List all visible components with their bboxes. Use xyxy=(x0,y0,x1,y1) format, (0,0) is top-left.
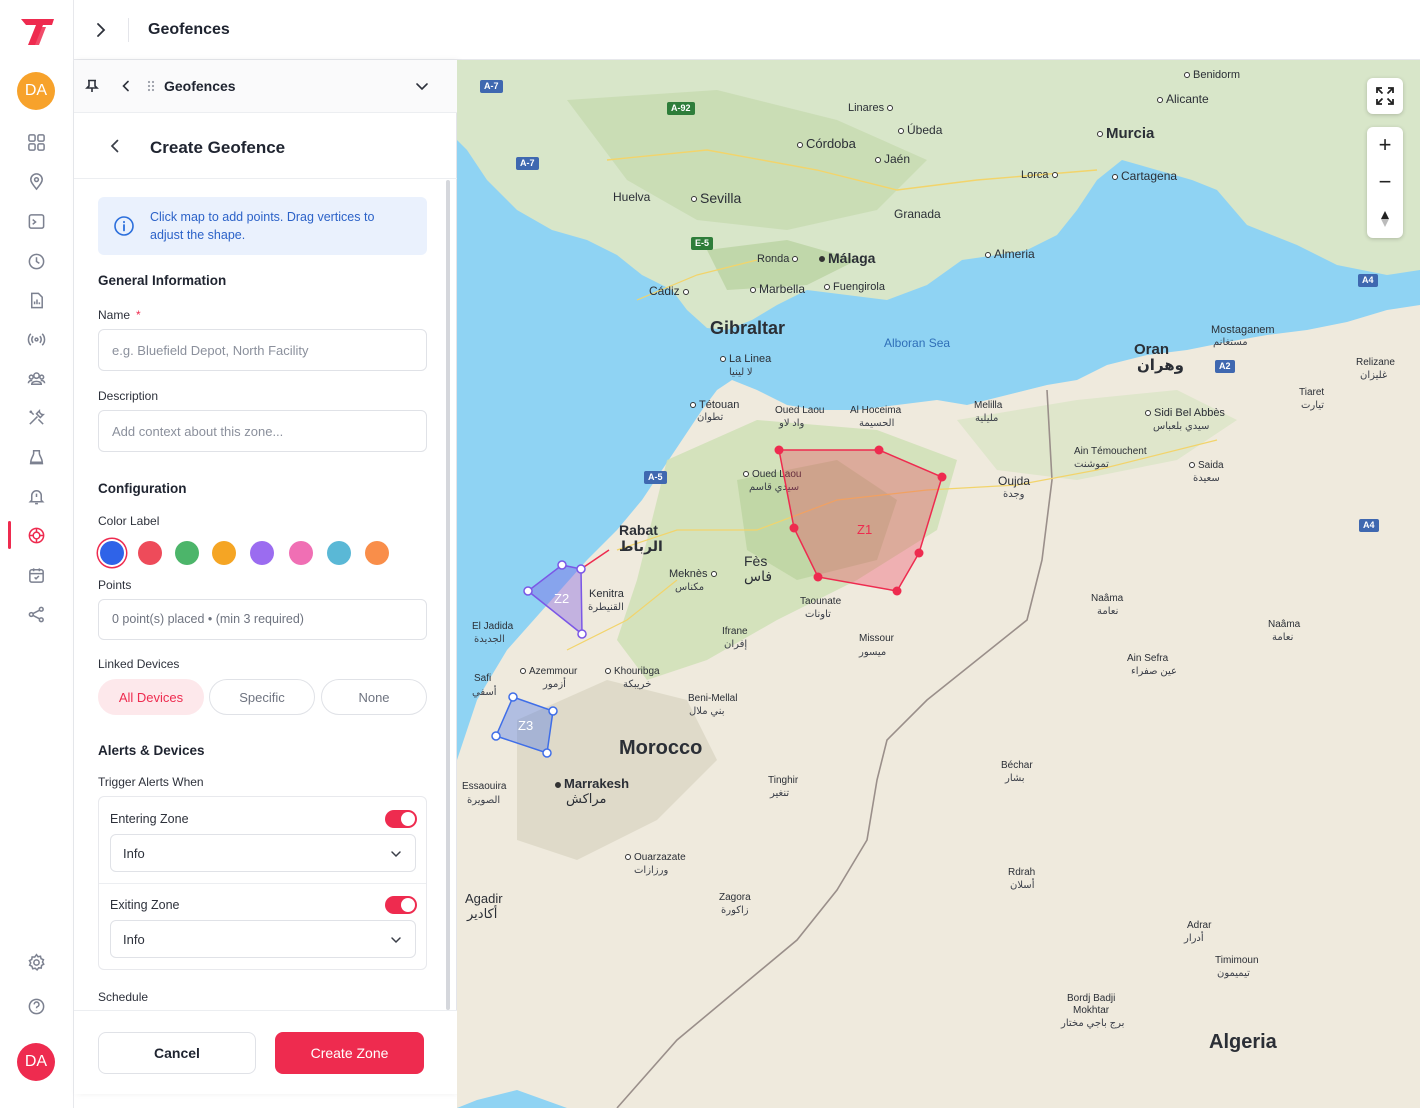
color-swatch-green[interactable] xyxy=(175,541,199,565)
panel-header: Geofences xyxy=(74,60,457,113)
schedule-label: Schedule xyxy=(98,990,149,1004)
entering-zone-select[interactable]: Info xyxy=(110,834,416,872)
linked-specific-button[interactable]: Specific xyxy=(209,679,315,715)
alert-bell-icon[interactable] xyxy=(25,485,47,507)
info-icon xyxy=(114,216,134,236)
create-geofence-header: Create Geofence xyxy=(74,113,457,179)
calendar-icon[interactable] xyxy=(25,564,47,586)
zoom-in-button[interactable]: + xyxy=(1367,127,1403,163)
org-avatar[interactable]: DA xyxy=(17,72,55,110)
name-input[interactable] xyxy=(98,329,427,371)
brand-logo-icon[interactable] xyxy=(18,17,56,47)
name-label: Name * xyxy=(98,308,141,322)
screen-icon[interactable] xyxy=(25,210,47,232)
clock-icon[interactable] xyxy=(25,250,47,272)
chevron-down-icon xyxy=(391,937,401,944)
zone-z3-label: Z3 xyxy=(518,718,534,733)
exiting-zone-label: Exiting Zone xyxy=(110,898,180,912)
geofence-overlay xyxy=(491,445,947,758)
create-geofence-title: Create Geofence xyxy=(150,138,286,157)
exiting-zone-select[interactable]: Info xyxy=(110,920,416,958)
color-swatch-red[interactable] xyxy=(138,541,162,565)
exiting-zone-value: Info xyxy=(123,932,145,947)
location-pin-icon[interactable] xyxy=(25,170,47,192)
dashboard-icon[interactable] xyxy=(25,131,47,153)
panel-scrollbar[interactable] xyxy=(446,180,450,1010)
color-swatch-coral[interactable] xyxy=(365,541,389,565)
back-arrow-icon[interactable] xyxy=(105,136,125,156)
description-input[interactable] xyxy=(98,410,427,452)
zone-z1-label: Z1 xyxy=(857,522,873,537)
points-label: Points xyxy=(98,578,132,592)
users-icon[interactable] xyxy=(25,367,47,389)
name-label-text: Name xyxy=(98,308,131,322)
cancel-button[interactable]: Cancel xyxy=(98,1032,256,1074)
help-icon[interactable] xyxy=(25,995,47,1017)
card-divider xyxy=(99,883,426,884)
fullscreen-button[interactable] xyxy=(1367,78,1403,114)
settings-icon[interactable] xyxy=(25,951,47,973)
left-rail: DA DA xyxy=(0,0,74,1108)
alert-trigger-card: Entering Zone Info Exiting Zone Info xyxy=(98,796,427,970)
chevron-down-icon[interactable] xyxy=(412,76,432,96)
panel-title: Geofences xyxy=(164,78,236,94)
linked-none-button[interactable]: None xyxy=(321,679,427,715)
general-info-title: General Information xyxy=(98,273,227,288)
geofence-icon[interactable] xyxy=(25,524,47,546)
create-zone-button[interactable]: Create Zone xyxy=(275,1032,424,1074)
info-text: Click map to add points. Drag vertices t… xyxy=(150,210,375,242)
alarm-icon[interactable] xyxy=(25,445,47,467)
chevron-down-icon xyxy=(391,851,401,858)
color-swatch-purple[interactable] xyxy=(250,541,274,565)
entering-zone-label: Entering Zone xyxy=(110,812,189,826)
color-swatch-cyan[interactable] xyxy=(327,541,351,565)
signal-icon[interactable] xyxy=(25,328,47,350)
color-label: Color Label xyxy=(98,514,160,528)
chevron-left-icon[interactable] xyxy=(116,76,136,96)
trigger-alerts-label: Trigger Alerts When xyxy=(98,775,204,789)
user-avatar[interactable]: DA xyxy=(17,1043,55,1081)
entering-zone-toggle[interactable] xyxy=(385,810,417,828)
top-bar: Geofences xyxy=(74,0,1420,60)
points-status: 0 point(s) placed • (min 3 required) xyxy=(98,599,427,640)
expand-chevron-icon[interactable] xyxy=(90,19,112,41)
compass-icon[interactable] xyxy=(1367,201,1403,237)
report-icon[interactable] xyxy=(25,289,47,311)
linked-devices-label: Linked Devices xyxy=(98,657,180,671)
zoom-controls: + − xyxy=(1367,127,1403,238)
divider xyxy=(128,18,129,42)
color-swatch-blue[interactable] xyxy=(100,541,124,565)
info-banner: Click map to add points. Drag vertices t… xyxy=(98,197,427,255)
pin-panel-icon[interactable] xyxy=(82,76,102,96)
color-swatch-orange[interactable] xyxy=(212,541,236,565)
zone-z2-label: Z2 xyxy=(554,591,570,606)
drag-handle-icon[interactable] xyxy=(141,76,161,96)
alerts-devices-title: Alerts & Devices xyxy=(98,743,205,758)
color-swatch-pink[interactable] xyxy=(289,541,313,565)
exiting-zone-toggle[interactable] xyxy=(385,896,417,914)
tools-icon[interactable] xyxy=(25,406,47,428)
description-label: Description xyxy=(98,389,159,403)
required-marker: * xyxy=(136,308,141,322)
map-canvas[interactable]: A-7 A-92 A-7 E-5 A4 A2 A-5 A4 Benidorm A… xyxy=(457,60,1420,1108)
geofence-panel: Geofences Create Geofence Click map to a… xyxy=(74,60,457,1094)
active-indicator xyxy=(8,521,11,549)
fullscreen-icon xyxy=(1367,78,1403,114)
linked-all-devices-button[interactable]: All Devices xyxy=(98,679,204,715)
panel-footer: Cancel Create Zone xyxy=(74,1010,457,1094)
page-title: Geofences xyxy=(148,21,230,38)
color-swatch-group xyxy=(98,537,428,567)
zoom-out-button[interactable]: − xyxy=(1367,164,1403,200)
zone-z1-polygon[interactable] xyxy=(778,449,943,592)
entering-zone-value: Info xyxy=(123,846,145,861)
configuration-title: Configuration xyxy=(98,481,187,496)
share-icon[interactable] xyxy=(25,603,47,625)
